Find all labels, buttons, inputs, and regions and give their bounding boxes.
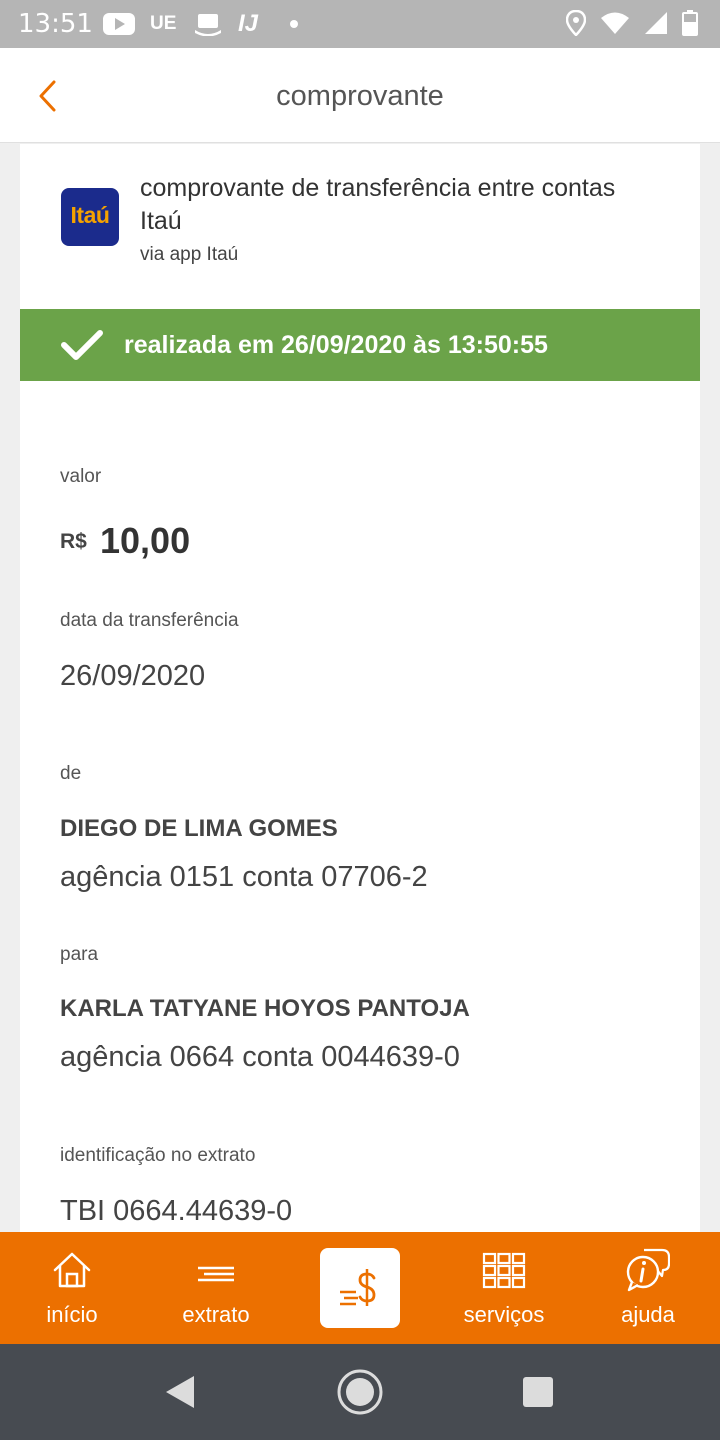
battery-icon [682,10,698,36]
services-grid-icon [482,1252,526,1289]
amount-value: 10,00 [100,520,191,561]
nav-item-extrato[interactable]: extrato [144,1232,288,1344]
wifi-icon [601,12,629,34]
date-label: data da transferência [60,610,239,631]
statement-id: TBI 0664.44639-0 [60,1195,293,1227]
statement-icon [198,1266,234,1282]
value-label: valor [60,466,102,487]
nav-label-inicio: início [46,1302,98,1327]
to-name: KARLA TATYANE HOYOS PANTOJA [60,995,470,1022]
receipt-subtitle: via app Itaú [140,244,239,265]
receipt-title: comprovante de transferência entre conta… [140,174,616,235]
to-account: agência 0664 conta 0044639-0 [60,1041,460,1073]
itau-logo: Itaú [61,188,119,246]
nav-item-inicio[interactable]: início [0,1232,144,1344]
app-header: comprovante [0,48,720,143]
page-title: comprovante [276,80,444,112]
statement-label: identificação no extrato [60,1145,256,1166]
ij-icon: IJ [238,10,259,37]
status-time: 13:51 [18,9,93,39]
dot-icon [290,20,298,28]
youtube-icon [103,13,135,35]
help-chat-icon [626,1248,670,1292]
location-icon [566,10,586,36]
from-name: DIEGO DE LIMA GOMES [60,815,338,842]
from-label: de [60,763,82,784]
transfer-button[interactable] [320,1248,400,1328]
receipt-card: Itaú comprovante de transferência entre … [20,144,700,1232]
to-label: para [60,944,99,965]
checkmark-icon [61,330,103,360]
nav-item-servicos[interactable]: serviços [432,1232,576,1344]
hat-icon [195,14,221,36]
nav-label-servicos: serviços [463,1302,545,1327]
nav-label-ajuda: ajuda [621,1302,675,1327]
nav-item-ajuda[interactable]: ajuda [576,1232,720,1344]
bottom-nav: início extrato serviços ajuda [0,1232,720,1344]
signal-icon [645,12,667,34]
status-text: realizada em 26/09/2020 às 13:50:55 [124,331,548,359]
home-circle-icon[interactable] [336,1368,384,1416]
date-value: 26/09/2020 [60,660,206,692]
status-bar: 13:51 UE IJ [0,0,720,48]
home-icon [53,1252,91,1288]
currency-symbol: R$ [60,530,87,553]
ue-icon: UE [150,13,177,34]
back-triangle-icon[interactable] [164,1374,196,1410]
from-account: agência 0151 conta 07706-2 [60,861,428,893]
system-nav-bar [0,1344,720,1440]
logo-text: Itaú [70,202,110,228]
status-icons-right [566,10,698,36]
transfer-money-icon [340,1269,376,1306]
nav-label-extrato: extrato [182,1302,250,1327]
recents-square-icon[interactable] [522,1376,554,1408]
status-banner: realizada em 26/09/2020 às 13:50:55 [20,309,700,381]
